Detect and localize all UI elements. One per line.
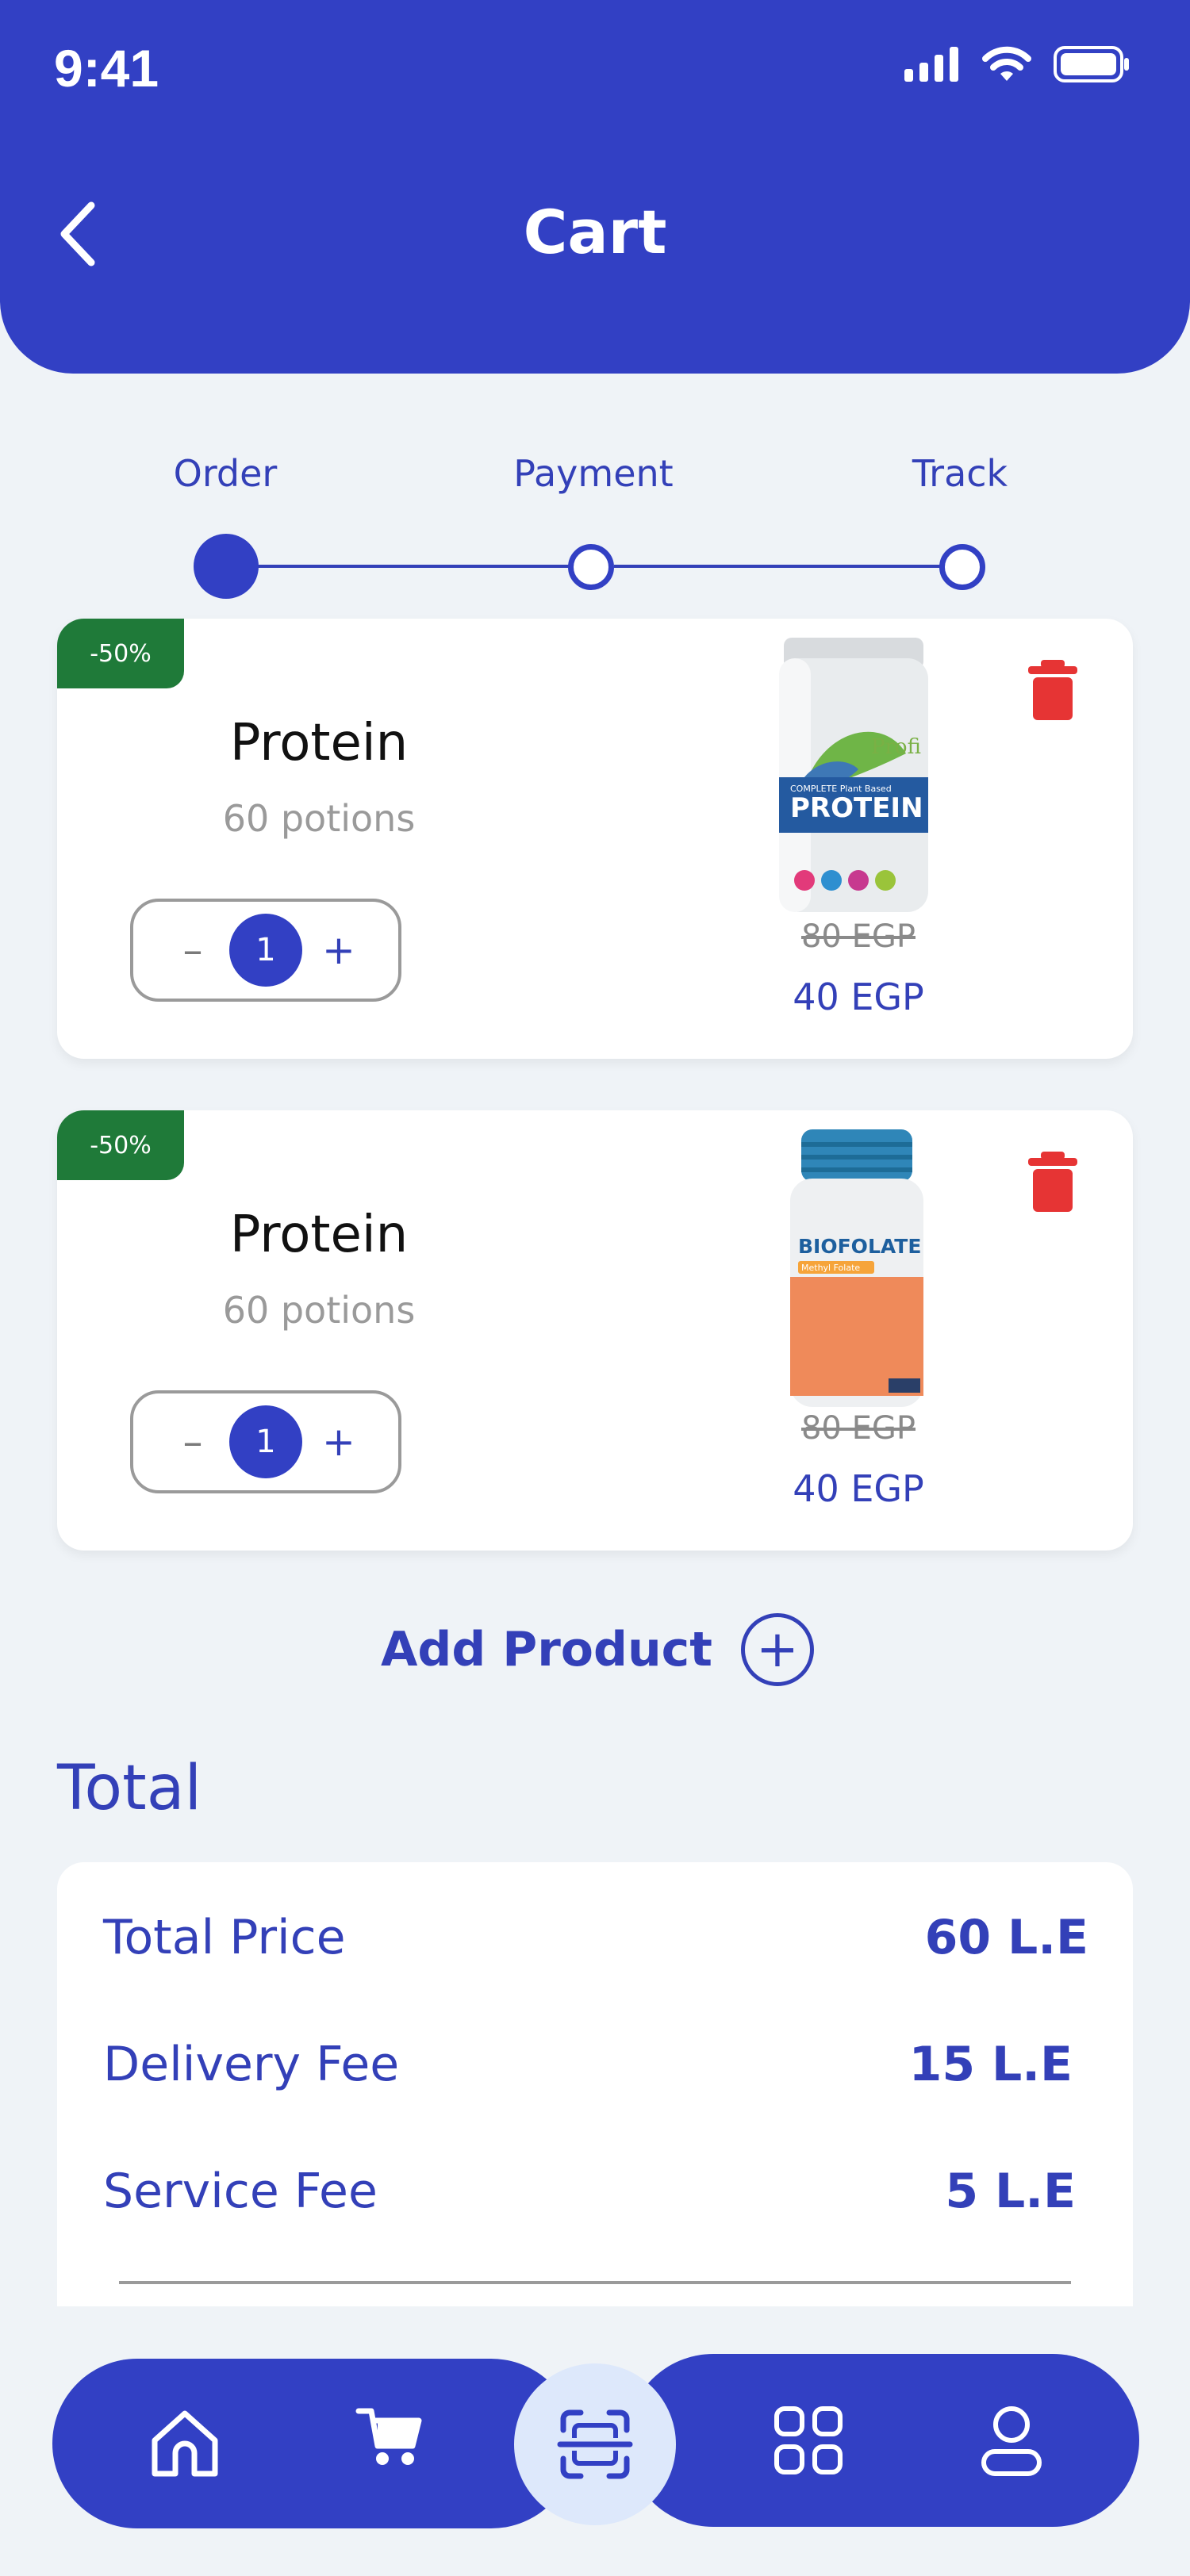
cart-item-card: -50% Protein 60 potions – 1 + Profi COMP… bbox=[57, 619, 1133, 1059]
app-header: 9:41 Cart bbox=[0, 0, 1190, 374]
discounted-price: 40 EGP bbox=[793, 1467, 924, 1510]
product-description: 60 potions bbox=[222, 1289, 416, 1332]
delivery-fee-label: Delivery Fee bbox=[103, 2037, 400, 2092]
page-title: Cart bbox=[523, 197, 667, 267]
product-name: Protein bbox=[229, 714, 409, 772]
step-dot-order[interactable] bbox=[194, 534, 259, 599]
wifi-icon bbox=[982, 46, 1031, 81]
total-heading: Total bbox=[57, 1753, 202, 1824]
svg-text:PROTEIN: PROTEIN bbox=[790, 792, 923, 824]
scan-icon bbox=[557, 2409, 633, 2479]
home-icon bbox=[152, 2410, 218, 2477]
quantity-stepper: – 1 + bbox=[130, 899, 401, 1002]
step-label-payment: Payment bbox=[513, 452, 674, 495]
service-fee-row: Service Fee 5 L.E bbox=[103, 2164, 1076, 2219]
profile-icon bbox=[981, 2406, 1042, 2476]
step-label-order: Order bbox=[173, 452, 278, 495]
nav-categories[interactable] bbox=[765, 2397, 852, 2484]
discounted-price: 40 EGP bbox=[793, 976, 924, 1018]
quantity-value: 1 bbox=[229, 914, 302, 987]
step-label-track: Track bbox=[912, 452, 1008, 495]
trash-icon[interactable] bbox=[1025, 1150, 1081, 1213]
bottom-nav-left bbox=[52, 2359, 576, 2528]
quantity-value: 1 bbox=[229, 1405, 302, 1478]
total-price-value: 60 L.E bbox=[924, 1910, 1088, 1965]
status-icons bbox=[904, 46, 1130, 82]
biofolate-bottle-image: BIOFOLATE Methyl Folate bbox=[790, 1129, 923, 1407]
decrease-quantity-button[interactable]: – bbox=[157, 1393, 228, 1490]
svg-text:BIOFOLATE: BIOFOLATE bbox=[798, 1235, 921, 1258]
product-description: 60 potions bbox=[222, 797, 416, 840]
service-fee-value: 5 L.E bbox=[945, 2164, 1076, 2219]
battery-icon bbox=[1054, 46, 1129, 82]
cart-item-card: -50% Protein 60 potions – 1 + BIOFOLATE … bbox=[57, 1110, 1133, 1551]
divider bbox=[119, 2281, 1071, 2284]
total-summary-card: Total Price 60 L.E Delivery Fee 15 L.E S… bbox=[57, 1862, 1133, 2306]
product-name: Protein bbox=[229, 1206, 409, 1264]
increase-quantity-button[interactable]: + bbox=[303, 902, 374, 999]
add-product-button[interactable]: Add Product + bbox=[381, 1610, 825, 1689]
increase-quantity-button[interactable]: + bbox=[303, 1393, 374, 1490]
jar-brand: Profi bbox=[871, 735, 921, 759]
delivery-fee-row: Delivery Fee 15 L.E bbox=[103, 2037, 1073, 2092]
plus-circle-icon: + bbox=[740, 1613, 814, 1686]
quantity-stepper: – 1 + bbox=[130, 1390, 401, 1493]
total-price-row: Total Price 60 L.E bbox=[103, 1910, 1088, 1965]
delivery-fee-value: 15 L.E bbox=[908, 2037, 1073, 2092]
trash-icon[interactable] bbox=[1025, 658, 1081, 722]
add-product-label: Add Product bbox=[381, 1622, 712, 1677]
svg-text:Methyl Folate: Methyl Folate bbox=[801, 1263, 860, 1273]
service-fee-label: Service Fee bbox=[103, 2164, 378, 2219]
original-price: 80 EGP bbox=[800, 918, 916, 955]
total-price-label: Total Price bbox=[103, 1910, 346, 1965]
step-connector bbox=[257, 565, 570, 568]
step-dot-payment[interactable] bbox=[568, 544, 614, 590]
nav-profile[interactable] bbox=[968, 2397, 1055, 2484]
nav-scan[interactable] bbox=[514, 2363, 676, 2525]
decrease-quantity-button[interactable]: – bbox=[157, 902, 228, 999]
grid-icon bbox=[774, 2406, 843, 2474]
discount-badge: -50% bbox=[57, 1110, 184, 1180]
bottom-nav-right bbox=[627, 2354, 1139, 2527]
original-price: 80 EGP bbox=[800, 1410, 916, 1447]
nav-cart[interactable] bbox=[346, 2394, 433, 2481]
signal-icon bbox=[904, 47, 958, 82]
cart-icon bbox=[355, 2408, 422, 2465]
step-connector bbox=[614, 565, 946, 568]
status-time: 9:41 bbox=[54, 39, 159, 98]
protein-jar-image: Profi COMPLETE Plant Based PROTEIN bbox=[779, 638, 928, 912]
nav-home[interactable] bbox=[141, 2400, 228, 2487]
discount-badge: -50% bbox=[57, 619, 184, 688]
step-dot-track[interactable] bbox=[939, 544, 985, 590]
